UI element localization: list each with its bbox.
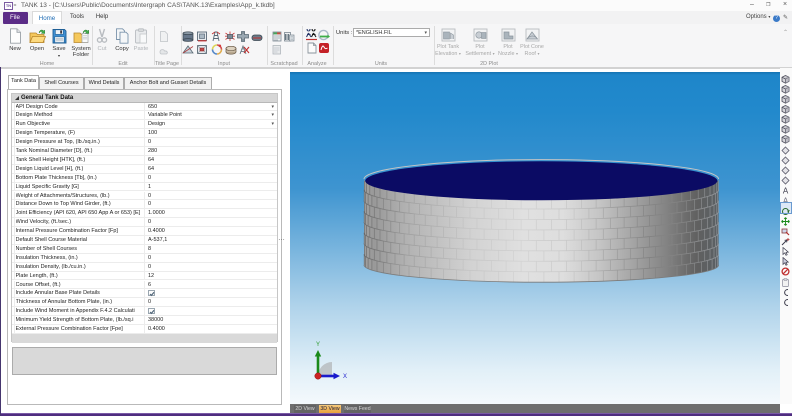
svg-text:Y: Y [316,342,320,348]
svg-text:X: X [343,374,347,380]
